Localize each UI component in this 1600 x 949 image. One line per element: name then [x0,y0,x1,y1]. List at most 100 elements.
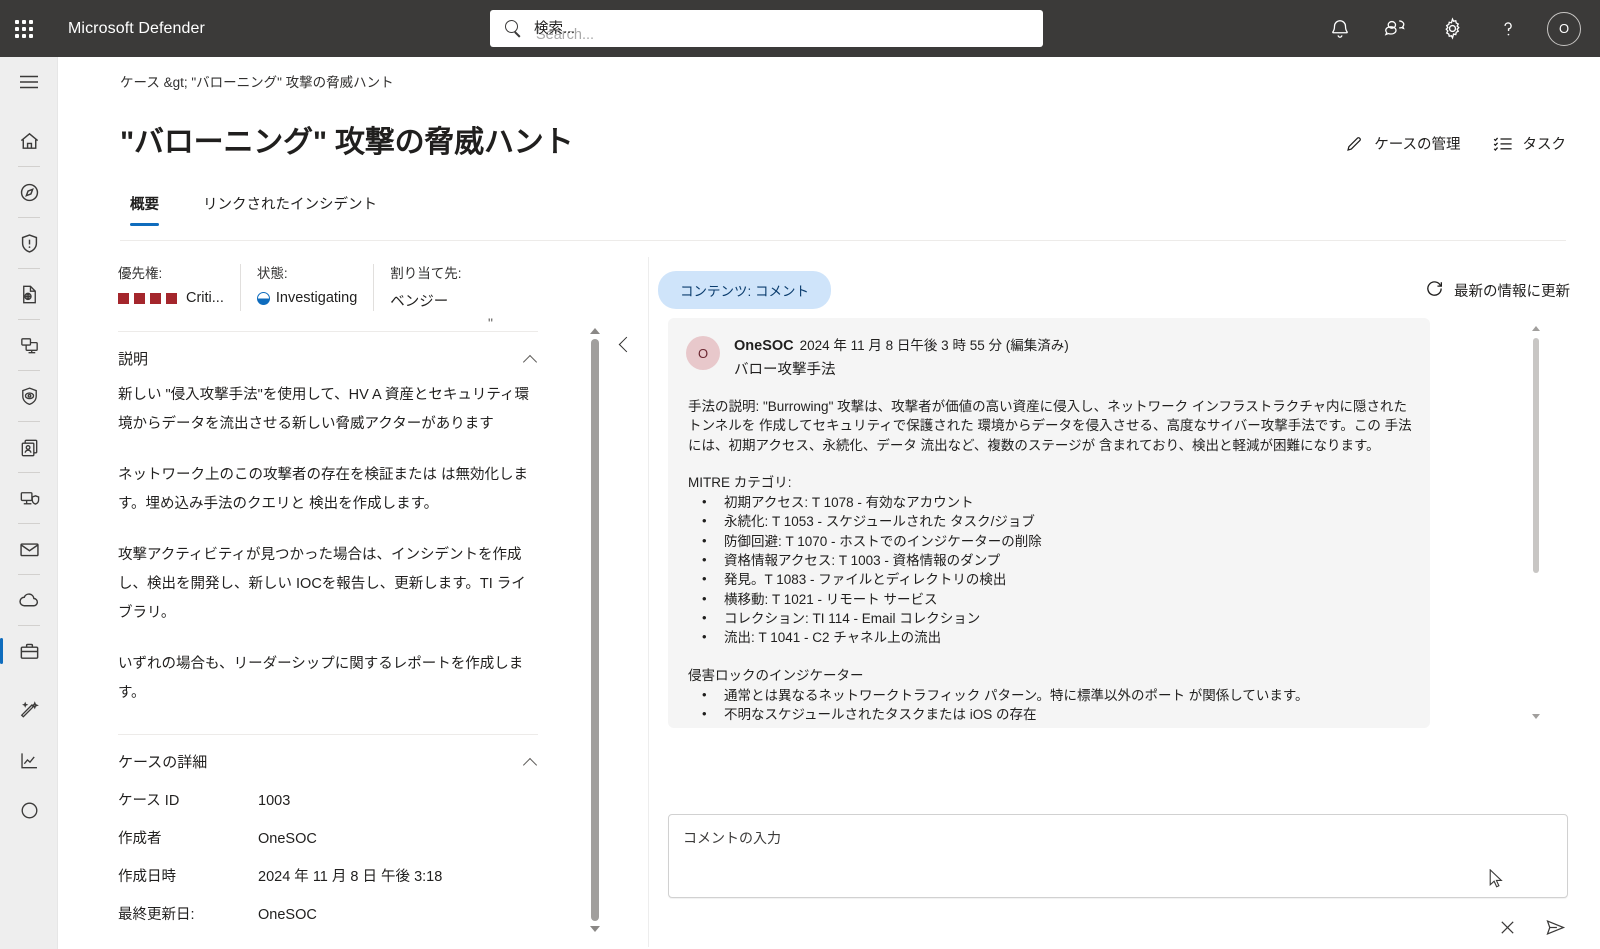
status-half-circle-icon [256,291,270,305]
sidebar-item-email-collaboration[interactable] [0,524,57,574]
app-root: Microsoft Defender Search... 検索... O ケース… [0,0,1600,949]
notifications-icon[interactable] [1312,0,1368,57]
detail-row-created-on: 作成日時 2024 年 11 月 8 日 午後 3:18 [108,858,548,896]
sidebar-item-hunting[interactable] [0,269,57,319]
comments-panel-header: コンテンツ: コメント 最新の情報に更新 [658,262,1578,318]
status-label: 状態: [256,266,288,281]
detail-key: 作成者 [118,831,162,847]
chevron-up-icon-2[interactable] [524,755,538,769]
comment-timestamp: 2024 年 11 月 8 日午後 3 時 55 分 (編集済み) [799,338,1069,353]
description-paragraph-4: いずれの場合も、リーダーシップに関するレポートを作成します。 [118,656,524,701]
description-paragraph-1: 新しい "侵入攻撃手法"を使用して、HV A 資産とセキュリティ環境からデータを… [118,387,530,432]
list-item: コレクション: TI 114 - Email コレクション [688,608,1412,628]
sidebar-item-incidents[interactable] [0,218,57,268]
ioc-list: 通常とは異なるネットワークトラフィック パターン。特に標準以外のポート が関係し… [688,685,1412,725]
list-item: 不明なスケジュールされたタスクまたは iOS の存在 [688,704,1412,724]
manage-case-button[interactable]: ケースの管理 [1345,133,1461,154]
detail-value: 1003 [258,793,291,809]
sidebar-item-cloud-apps[interactable] [0,575,57,625]
sidebar-item-reports[interactable] [0,735,57,785]
case-summary-row: 優先権: Criti... 状態: Investigating 割り当て先: ベ… [108,262,548,325]
assigned-value: ベンジー [390,294,449,310]
feedback-icon[interactable] [1368,0,1424,57]
gear-icon[interactable] [1424,0,1480,57]
sidebar-item-home[interactable] [0,116,57,166]
account-avatar[interactable]: O [1536,0,1592,57]
search-input[interactable]: Search... 検索... [490,10,1043,47]
search-placeholder-stack: Search... 検索... [534,18,1033,43]
description-section-header[interactable]: 説明 [108,332,548,379]
comment-body: 手法の説明: "Burrowing" 攻撃は、攻撃者が価値の高い資産に侵入し、ネ… [686,379,1412,724]
mitre-category-list: 初期アクセス: T 1078 - 有効なアカウント 永続化: T 1053 - … [688,492,1412,647]
list-item: 通常とは異なるネットワークトラフィック パターン。特に標準以外のポート が関係し… [688,685,1412,705]
sidebar-item-more[interactable] [0,785,57,835]
comment-scrollbar-track[interactable] [1533,338,1539,706]
sidebar-item-threat-intelligence[interactable] [0,371,57,421]
comment-scrollbar[interactable] [1530,322,1542,722]
comment-scrollbar-thumb[interactable] [1533,338,1539,573]
sidebar-item-endpoints[interactable] [0,473,57,523]
send-icon [1545,918,1566,942]
case-details-title: ケースの詳細 [118,754,208,771]
sidebar-item-exposure-management[interactable] [0,685,57,735]
case-details-section-header[interactable]: ケースの詳細 [108,735,548,782]
refresh-button[interactable]: 最新の情報に更新 [1425,279,1578,302]
page-title: "バローニング" 攻撃の脅威ハント [120,126,574,159]
comment-scroll-up-icon[interactable] [1530,322,1542,334]
content-filter-pill[interactable]: コンテンツ: コメント [658,271,832,309]
assigned-label: 割り当て先: [390,266,462,281]
scrollbar-track[interactable] [591,339,599,921]
list-item: 防御回避: T 1070 - ホストでのインジケーターの削除 [688,531,1412,551]
scrollbar-thumb[interactable] [591,339,599,921]
comment-header: O OneSOC 2024 年 11 月 8 日午後 3 時 55 分 (編集済み… [686,334,1412,379]
priority-value-wrap: Criti... [118,290,224,306]
discard-comment-button[interactable] [1494,917,1520,943]
breadcrumb[interactable]: ケース &gt; "バローニング" 攻撃の脅威ハント [120,71,394,91]
comment-scroll-down-icon[interactable] [1530,710,1542,722]
send-comment-button[interactable] [1542,917,1568,943]
detail-value: OneSOC [258,831,317,847]
scroll-down-arrow-icon[interactable] [589,923,601,935]
page-header-actions: ケースの管理 タスク [1345,133,1566,154]
tasks-button[interactable]: タスク [1493,133,1566,154]
suite-bar: Microsoft Defender Search... 検索... O [0,0,1600,57]
description-title: 説明 [118,351,149,368]
left-column-scrollbar[interactable] [588,325,602,935]
list-item: 永続化: T 1053 - スケジュールされた タスク/ジョブ [688,511,1412,531]
comment-input[interactable]: コメントの入力 [668,814,1568,898]
scroll-up-arrow-icon[interactable] [589,325,601,337]
comment-composer-actions [668,910,1568,949]
case-details-list: ケース ID 1003 作成者 OneSOC 作成日時 2024 年 11 月 … [108,782,548,927]
sidebar-item-actions[interactable] [0,320,57,370]
comment-description: 手法の説明: "Burrowing" 攻撃は、攻撃者が価値の高い資産に侵入し、ネ… [688,399,1412,453]
page-tabs: 概要 リンクされたインシデント [120,187,387,226]
sidebar-item-cases[interactable] [0,626,57,676]
priority-label: 優先権: [118,266,163,281]
search-icon [504,19,524,39]
tab-linked-incidents[interactable]: リンクされたインシデント [193,187,387,226]
status-value: Investigating [275,290,358,306]
detail-row-last-updated: 最終更新日: OneSOC [108,896,548,927]
list-item: 初期アクセス: T 1078 - 有効なアカウント [688,492,1412,512]
priority-cell: 優先権: Criti... [108,262,240,306]
detail-row-case-id: ケース ID 1003 [108,782,548,820]
sidebar-item-investigation[interactable] [0,167,57,217]
tab-overview[interactable]: 概要 [120,187,169,226]
detail-key: ケース ID [118,793,180,809]
collapse-panel-chevron-left-icon[interactable] [614,334,636,356]
description-body: 新しい "侵入攻撃手法"を使用して、HV A 資産とセキュリティ環境からデータを… [108,379,548,708]
suite-actions: O [1312,0,1592,57]
page-content: ケース &gt; "バローニング" 攻撃の脅威ハント "バローニング" 攻撃の脅… [58,57,1600,949]
chevron-up-icon[interactable] [524,352,538,366]
priority-value: Criti... [186,290,224,306]
help-icon[interactable] [1480,0,1536,57]
ioc-label: 侵害ロックのインジケーター [688,667,864,683]
sidebar-item-assets[interactable] [0,422,57,472]
comment-card: O OneSOC 2024 年 11 月 8 日午後 3 時 55 分 (編集済み… [668,318,1430,728]
manage-case-label: ケースの管理 [1374,137,1461,153]
comment-author: OneSOC [734,338,794,354]
status-cell: 状態: Investigating [241,262,373,306]
nav-menu-toggle[interactable] [0,57,57,107]
app-launcher-icon[interactable] [0,0,48,57]
case-details-column: 優先権: Criti... 状態: Investigating 割り当て先: ベ… [108,262,548,927]
